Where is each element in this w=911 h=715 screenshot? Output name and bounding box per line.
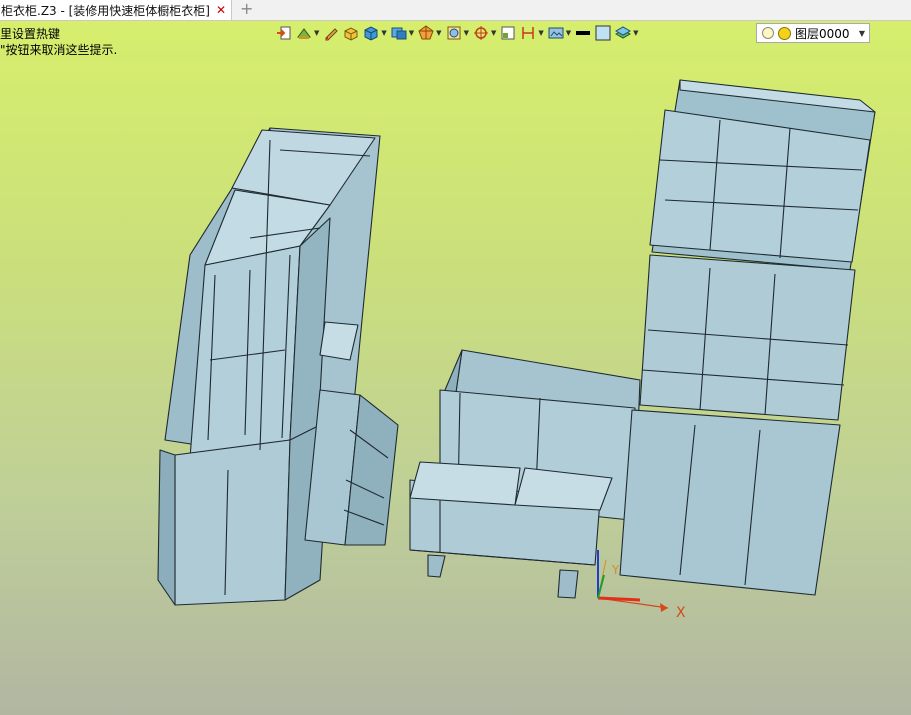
left-wardrobe[interactable] xyxy=(157,127,399,606)
x-axis-label: X xyxy=(676,605,686,621)
right-shelving[interactable] xyxy=(619,79,876,596)
model-viewport[interactable]: X Y xyxy=(0,0,911,715)
y-axis-label: Y xyxy=(611,563,620,577)
